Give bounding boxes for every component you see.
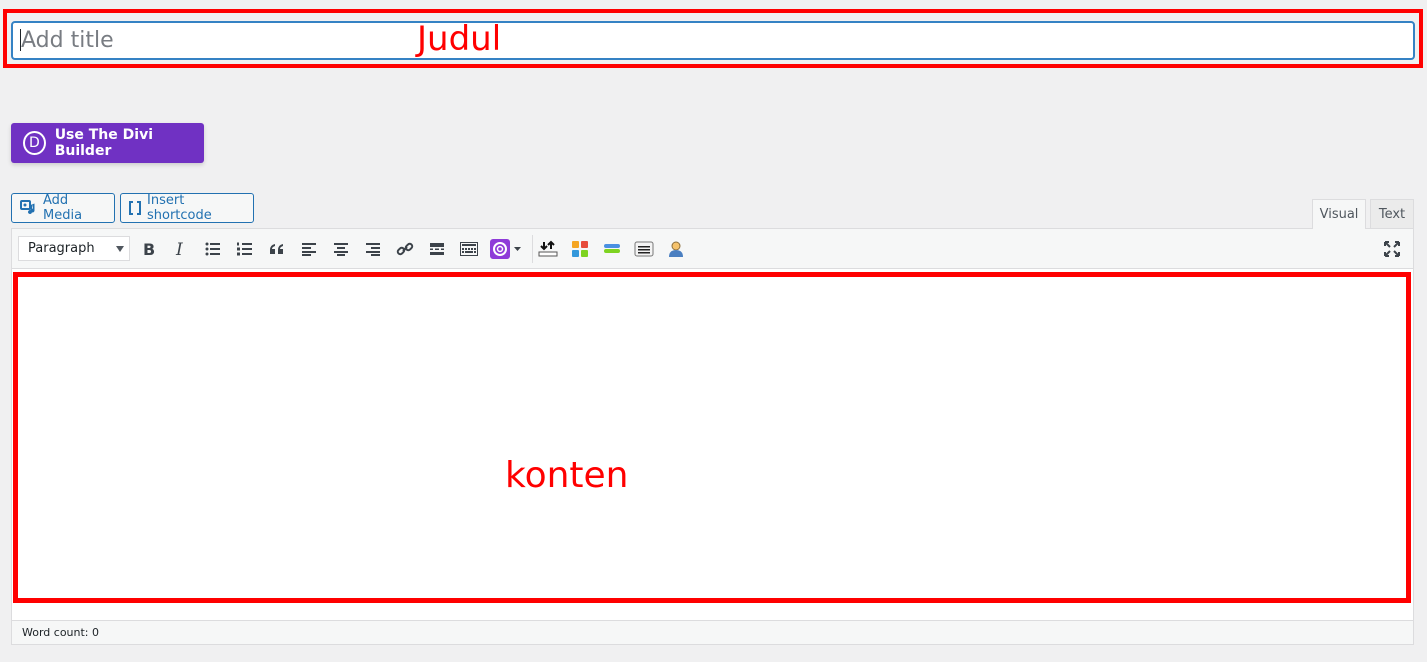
bold-icon[interactable]: B	[137, 237, 161, 261]
tab-text[interactable]: Text	[1370, 199, 1414, 228]
download-icon[interactable]	[536, 237, 560, 261]
title-annotation-label: Judul	[417, 19, 502, 59]
editor-toolbar: Paragraph B I	[12, 229, 1413, 269]
divi-logo-icon: D	[23, 131, 46, 155]
insert-shortcode-label: Insert shortcode	[147, 193, 212, 223]
grid-icon[interactable]	[568, 237, 592, 261]
media-icon	[20, 200, 37, 216]
table-icon[interactable]	[632, 237, 656, 261]
user-icon[interactable]	[664, 237, 688, 261]
align-right-icon[interactable]	[361, 237, 385, 261]
tab-visual[interactable]: Visual	[1312, 199, 1366, 229]
add-media-button[interactable]: Add Media	[11, 193, 115, 223]
add-media-label: Add Media	[43, 193, 83, 223]
blockquote-icon[interactable]	[265, 237, 289, 261]
text-caret	[20, 29, 21, 51]
insert-shortcode-button[interactable]: Insert shortcode	[120, 193, 254, 223]
format-select[interactable]: Paragraph	[18, 236, 130, 261]
svg-text:B: B	[143, 241, 155, 257]
editor-statusbar: Word count: 0	[12, 620, 1413, 644]
toolbar-separator	[532, 235, 533, 263]
content-annotation-frame[interactable]	[13, 272, 1411, 603]
align-left-icon[interactable]	[297, 237, 321, 261]
chevron-down-icon	[116, 246, 124, 252]
toolbar-toggle-icon[interactable]	[457, 237, 481, 261]
title-input[interactable]	[11, 21, 1415, 60]
bullet-list-icon[interactable]	[201, 237, 225, 261]
numbered-list-icon[interactable]	[233, 237, 257, 261]
divider-icon[interactable]	[600, 237, 624, 261]
divi-layout-icon[interactable]	[489, 237, 525, 261]
word-count: Word count: 0	[22, 626, 100, 639]
svg-text:I: I	[175, 241, 183, 257]
link-icon[interactable]	[393, 237, 417, 261]
content-annotation-label: konten	[505, 455, 629, 496]
divi-builder-button[interactable]: D Use The Divi Builder	[11, 123, 204, 163]
shortcode-icon	[129, 201, 141, 215]
format-select-value: Paragraph	[28, 241, 95, 256]
divi-builder-label: Use The Divi Builder	[54, 127, 153, 159]
align-center-icon[interactable]	[329, 237, 353, 261]
read-more-icon[interactable]	[425, 237, 449, 261]
fullscreen-icon[interactable]	[1380, 237, 1404, 261]
italic-icon[interactable]: I	[169, 237, 193, 261]
